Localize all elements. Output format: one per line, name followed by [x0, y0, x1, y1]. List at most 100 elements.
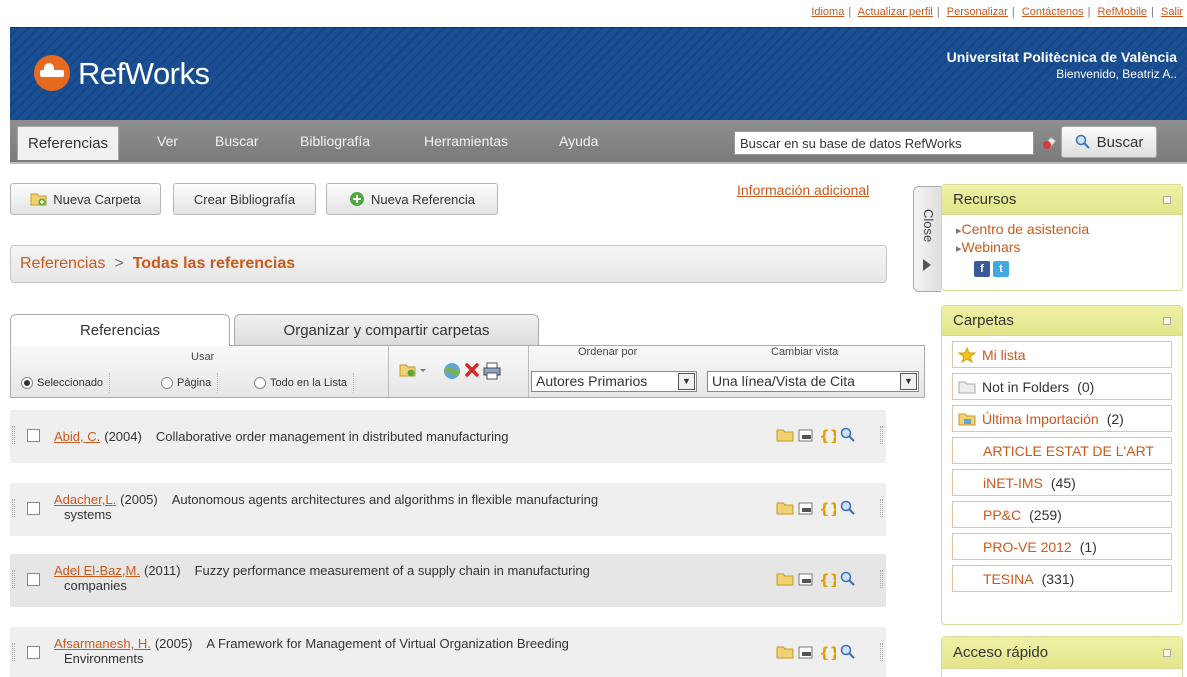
- link-icon[interactable]: [797, 427, 815, 443]
- clear-search-icon[interactable]: [1041, 134, 1059, 150]
- radio-seleccionado[interactable]: Seleccionado: [21, 373, 111, 393]
- tab-referencias[interactable]: Referencias: [17, 126, 120, 160]
- add-to-folder-icon[interactable]: [399, 362, 429, 378]
- create-bibliography-button[interactable]: Crear Bibliografía: [173, 183, 316, 215]
- drag-handle[interactable]: [12, 643, 15, 661]
- print-icon[interactable]: [483, 362, 501, 380]
- link-icon[interactable]: [797, 571, 815, 587]
- tab-ver[interactable]: Ver: [157, 126, 178, 156]
- folder-label: Última Importación: [982, 410, 1099, 427]
- new-reference-button[interactable]: Nueva Referencia: [326, 183, 498, 215]
- folder-inet-ims[interactable]: iNET-IMS (45): [952, 469, 1172, 496]
- tab-references[interactable]: Referencias: [10, 314, 230, 346]
- breadcrumb-root[interactable]: Referencias: [20, 255, 105, 273]
- tab-ayuda[interactable]: Ayuda: [559, 126, 598, 156]
- globe-icon[interactable]: [443, 362, 461, 380]
- twitter-icon[interactable]: t: [993, 261, 1009, 277]
- link-personalizar[interactable]: Personalizar: [947, 6, 1008, 18]
- minimize-icon[interactable]: [1163, 316, 1171, 325]
- code-braces-icon[interactable]: {}: [818, 571, 836, 587]
- welcome-text: Bienvenido, Beatriz A..: [1056, 67, 1177, 81]
- sort-select[interactable]: Autores Primarios ▼: [531, 371, 697, 392]
- year: (2011): [143, 563, 181, 578]
- radio-todo-lista[interactable]: Todo en la Lista: [254, 373, 355, 393]
- folder-article-estat[interactable]: ARTICLE ESTAT DE L'ART: [952, 437, 1172, 464]
- drag-handle[interactable]: [12, 570, 15, 588]
- folder-pro-ve-2012[interactable]: PRO-VE 2012 (1): [952, 533, 1172, 560]
- link-contactenos[interactable]: Contáctenos: [1022, 6, 1084, 18]
- reference-row: Abid, C. (2004) Collaborative order manage…: [10, 410, 886, 463]
- folder-count: (331): [1041, 570, 1075, 587]
- reference-title: A Framework for Management of Virtual Or…: [206, 636, 569, 651]
- link-salir[interactable]: Salir: [1161, 6, 1183, 18]
- minimize-icon[interactable]: [1163, 648, 1171, 657]
- view-select[interactable]: Una línea/Vista de Cita ▼: [707, 371, 919, 392]
- drag-handle[interactable]: [880, 570, 883, 588]
- refworks-logo[interactable]: RefWorks: [34, 54, 210, 92]
- folder-tesina[interactable]: TESINA (331): [952, 565, 1172, 592]
- close-sidebar-handle[interactable]: Close: [913, 186, 941, 292]
- new-folder-button[interactable]: Nueva Carpeta: [10, 183, 161, 215]
- radio-dot: [21, 377, 33, 389]
- new-reference-label: Nueva Referencia: [370, 191, 476, 207]
- radio-dot: [254, 377, 266, 389]
- row-checkbox[interactable]: [27, 502, 40, 515]
- facebook-icon[interactable]: f: [974, 261, 990, 277]
- author-link[interactable]: Adel El-Baz,M.: [54, 563, 140, 578]
- year: (2004): [104, 429, 142, 444]
- code-braces-icon[interactable]: {}: [818, 427, 836, 443]
- folder-mi-lista[interactable]: Mi lista: [952, 341, 1172, 368]
- link-idioma[interactable]: Idioma: [811, 6, 844, 18]
- row-checkbox[interactable]: [27, 646, 40, 659]
- link-centro-asistencia[interactable]: Centro de asistencia: [956, 221, 1168, 239]
- view-icon[interactable]: [839, 571, 857, 587]
- tab-bibliografia[interactable]: Bibliografía: [300, 126, 370, 156]
- folder-icon[interactable]: [776, 571, 794, 587]
- additional-info-link[interactable]: Información adicional: [737, 182, 869, 198]
- folder-icon[interactable]: [776, 427, 794, 443]
- link-refmobile[interactable]: RefMobile: [1098, 6, 1148, 18]
- minimize-icon[interactable]: [1163, 195, 1171, 204]
- view-icon[interactable]: [839, 427, 857, 443]
- code-braces-icon[interactable]: {}: [818, 500, 836, 516]
- breadcrumb-separator: >: [114, 255, 124, 272]
- delete-icon[interactable]: [464, 362, 480, 378]
- tab-organize-share[interactable]: Organizar y compartir carpetas: [234, 314, 539, 345]
- author-link[interactable]: Afsarmanesh, H.: [54, 636, 151, 651]
- view-icon[interactable]: [839, 500, 857, 516]
- folder-not-in-folders[interactable]: Not in Folders (0): [952, 373, 1172, 400]
- tab-herramientas[interactable]: Herramientas: [424, 126, 508, 156]
- folder-ultima-importacion[interactable]: Última Importación (2): [952, 405, 1172, 432]
- radio-pagina[interactable]: Página: [161, 373, 219, 393]
- drag-handle[interactable]: [12, 499, 15, 517]
- code-braces-icon[interactable]: {}: [818, 644, 836, 660]
- view-icon[interactable]: [839, 644, 857, 660]
- svg-text:{}: {}: [819, 644, 836, 660]
- author-link[interactable]: Abid, C.: [54, 429, 100, 444]
- folder-icon[interactable]: [776, 644, 794, 660]
- drag-handle[interactable]: [12, 426, 15, 444]
- link-webinars[interactable]: Webinars: [956, 239, 1168, 257]
- row-actions: {}: [776, 644, 857, 660]
- drag-handle[interactable]: [880, 426, 883, 444]
- link-actualizar-perfil[interactable]: Actualizar perfil: [858, 6, 933, 18]
- folder-ppc[interactable]: PP&C (259): [952, 501, 1172, 528]
- link-icon[interactable]: [797, 500, 815, 516]
- row-checkbox[interactable]: [27, 573, 40, 586]
- link-icon[interactable]: [797, 644, 815, 660]
- chevron-down-icon: ▼: [678, 373, 695, 390]
- carpetas-header: Carpetas: [942, 306, 1182, 336]
- author-link[interactable]: Adacher,L.: [54, 492, 116, 507]
- drag-handle[interactable]: [880, 643, 883, 661]
- reference-title-cont: companies: [64, 578, 127, 593]
- folder-icon[interactable]: [776, 500, 794, 516]
- row-checkbox[interactable]: [27, 429, 40, 442]
- row-actions: {}: [776, 571, 857, 587]
- folder-label: TESINA: [983, 570, 1034, 587]
- reference-row: Adacher,L. (2005) Autonomous agents archit…: [10, 483, 886, 536]
- search-input[interactable]: [734, 131, 1034, 155]
- drag-handle[interactable]: [880, 499, 883, 517]
- tab-buscar[interactable]: Buscar: [215, 126, 259, 156]
- search-button[interactable]: Buscar: [1061, 126, 1157, 158]
- reference-title-cont: systems: [64, 507, 112, 522]
